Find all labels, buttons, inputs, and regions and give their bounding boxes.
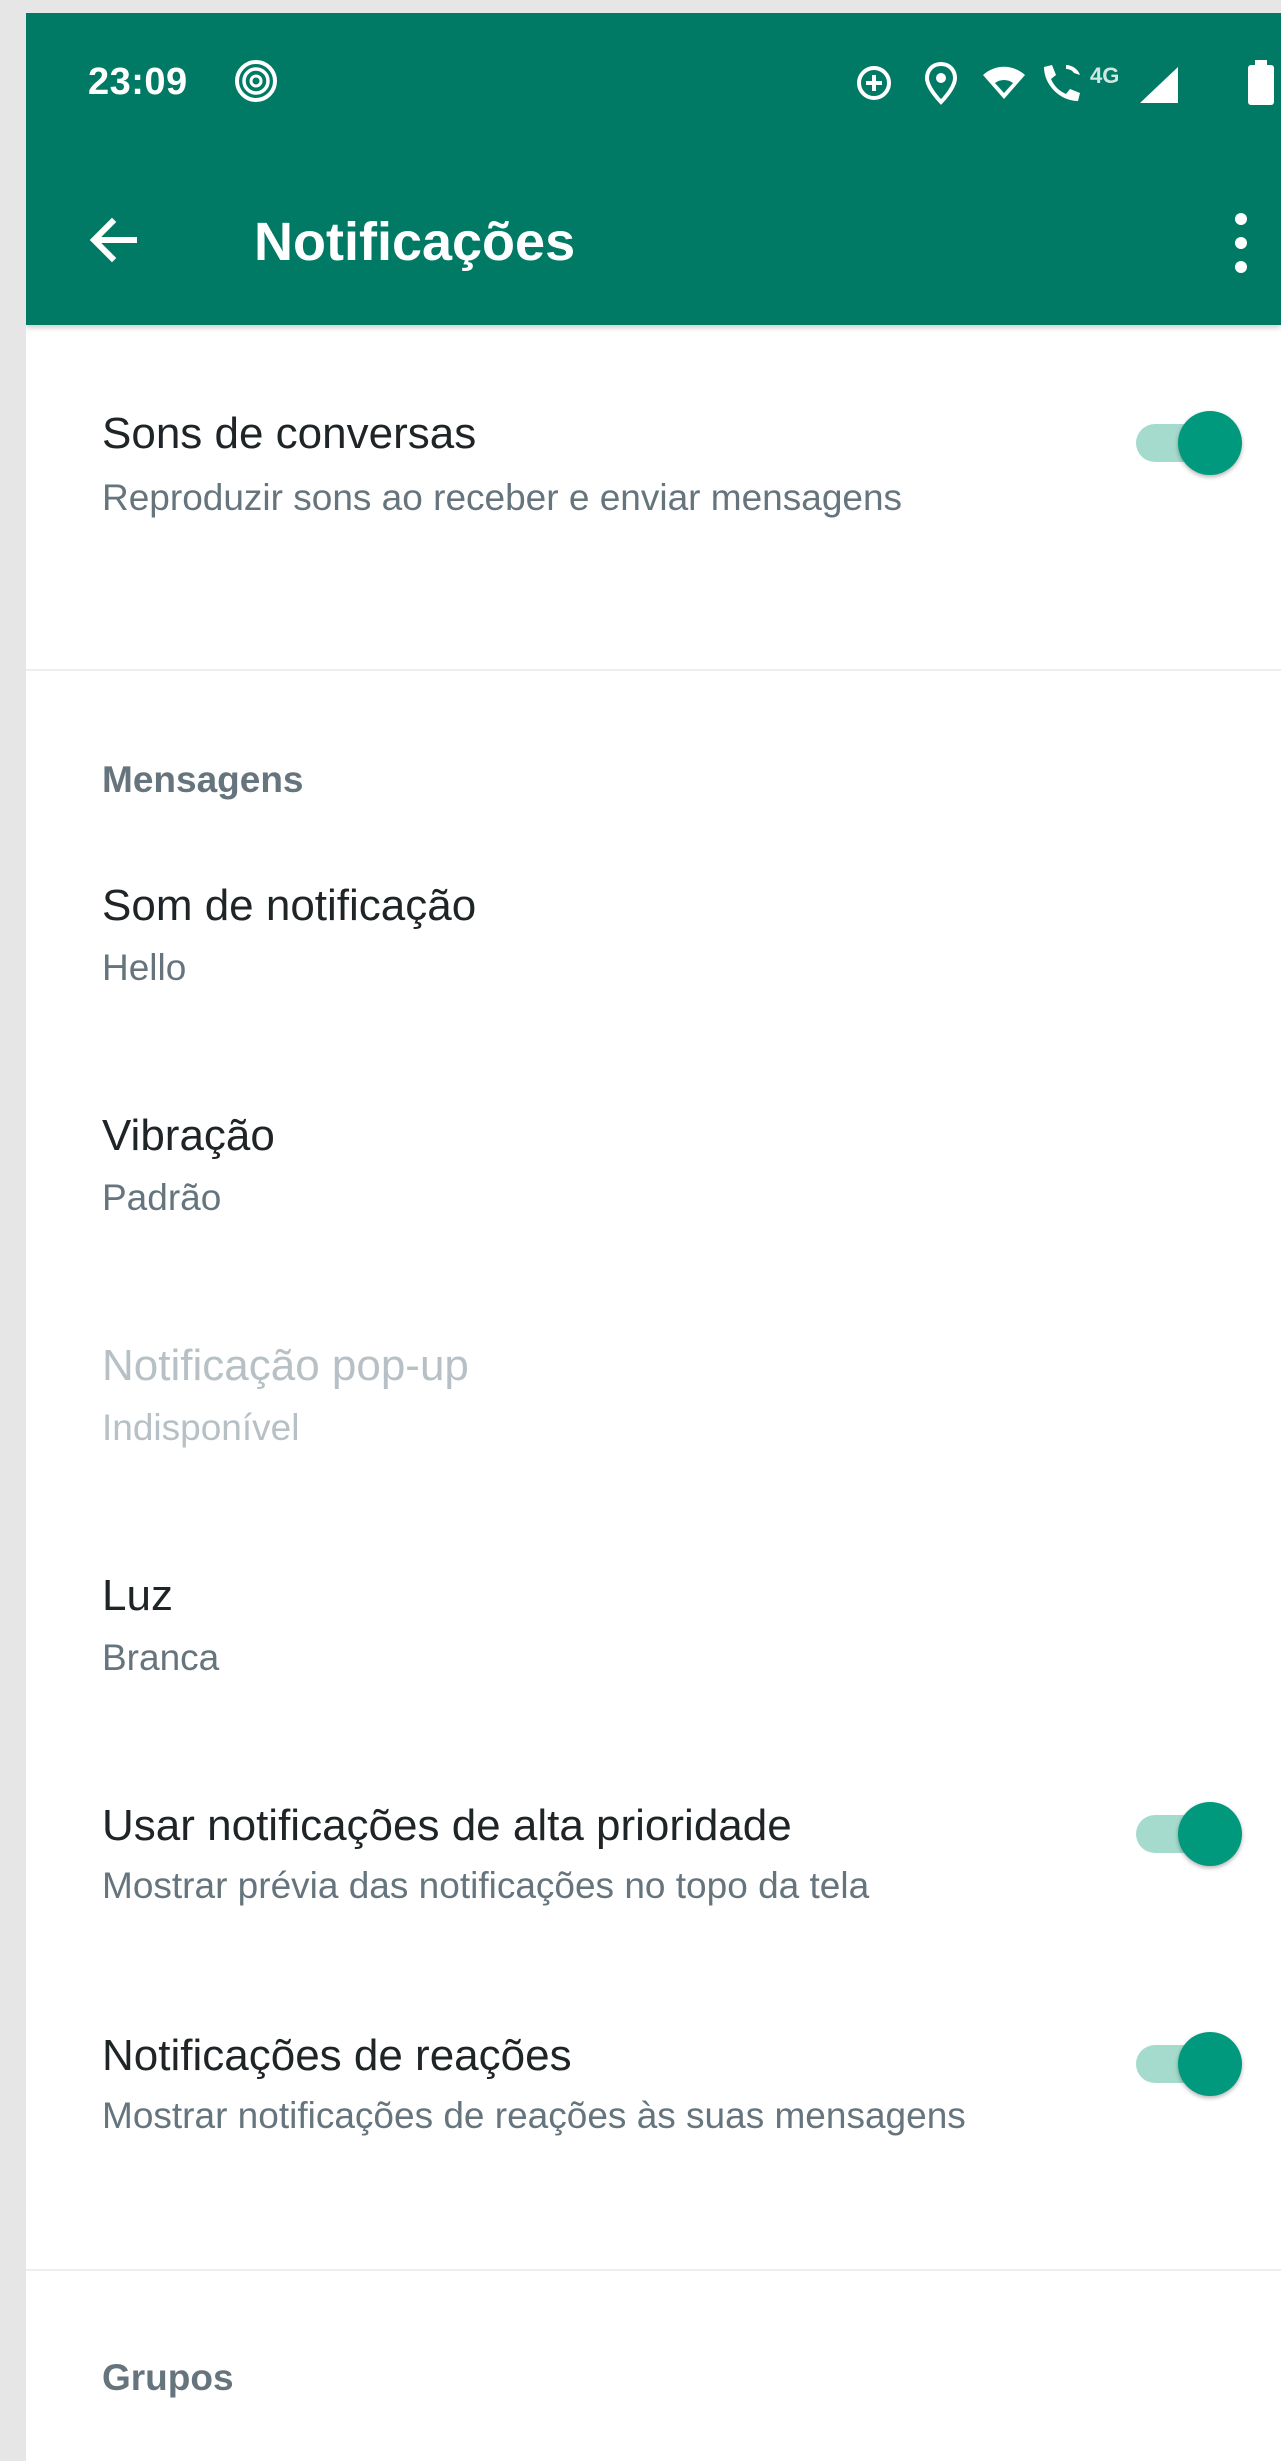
signal-icon	[1140, 67, 1178, 103]
more-options-icon[interactable]	[1226, 211, 1256, 275]
setting-value: Hello	[102, 947, 187, 988]
setting-title: Sons de conversas	[102, 409, 477, 458]
section-header-groups: Grupos	[102, 2357, 234, 2398]
setting-high-priority[interactable]: Usar notificações de alta prioridade Mos…	[26, 1755, 1281, 1955]
setting-notification-tone[interactable]: Som de notificação Hello	[26, 835, 1281, 1035]
section-header-messages: Mensagens	[102, 759, 304, 800]
location-icon	[924, 61, 958, 105]
divider	[26, 669, 1281, 671]
setting-subtitle: Mostrar prévia das notificações no topo …	[102, 1865, 870, 1906]
setting-value: Padrão	[102, 1177, 222, 1218]
high-priority-toggle[interactable]	[1130, 1802, 1242, 1866]
fingerprint-icon	[235, 60, 277, 102]
setting-reaction-notifications[interactable]: Notificações de reações Mostrar notifica…	[26, 1985, 1281, 2265]
setting-title: Vibração	[102, 1111, 275, 1160]
network-type-label: 4G	[1090, 63, 1120, 88]
reactions-toggle[interactable]	[1130, 2032, 1242, 2096]
wifi-call-icon	[1044, 65, 1080, 101]
setting-light[interactable]: Luz Branca	[26, 1525, 1281, 1725]
setting-title: Luz	[102, 1571, 173, 1620]
page-title: Notificações	[254, 212, 576, 272]
setting-vibrate[interactable]: Vibração Padrão	[26, 1065, 1281, 1265]
divider	[26, 2269, 1281, 2271]
setting-subtitle: Mostrar notificações de reações às suas …	[102, 2095, 966, 2136]
setting-title: Som de notificação	[102, 881, 477, 930]
status-bar: 23:09 4G	[26, 13, 1281, 153]
setting-subtitle: Reproduzir sons ao receber e enviar mens…	[102, 477, 903, 518]
setting-title: Notificação pop-up	[102, 1341, 469, 1390]
app-bar: 23:09 4G Notificações	[26, 13, 1281, 325]
phone-screen: 23:09 4G Notificações Sons de conversas …	[26, 13, 1281, 2461]
toggle-thumb	[1178, 411, 1242, 475]
setting-value: Indisponível	[102, 1407, 300, 1448]
back-arrow-icon[interactable]	[84, 210, 144, 270]
chat-sounds-toggle[interactable]	[1130, 411, 1242, 475]
setting-title: Usar notificações de alta prioridade	[102, 1801, 792, 1850]
setting-popup-notification: Notificação pop-up Indisponível	[26, 1295, 1281, 1495]
toggle-thumb	[1178, 2032, 1242, 2096]
setting-title: Notificações de reações	[102, 2031, 572, 2080]
toolbar: Notificações	[26, 153, 1281, 325]
toggle-thumb	[1178, 1802, 1242, 1866]
status-time: 23:09	[88, 61, 188, 103]
setting-value: Branca	[102, 1637, 220, 1678]
wifi-icon	[983, 66, 1025, 99]
battery-icon	[1248, 60, 1274, 105]
data-saver-icon	[857, 66, 891, 100]
setting-chat-sounds[interactable]: Sons de conversas Reproduzir sons ao rec…	[26, 325, 1281, 670]
